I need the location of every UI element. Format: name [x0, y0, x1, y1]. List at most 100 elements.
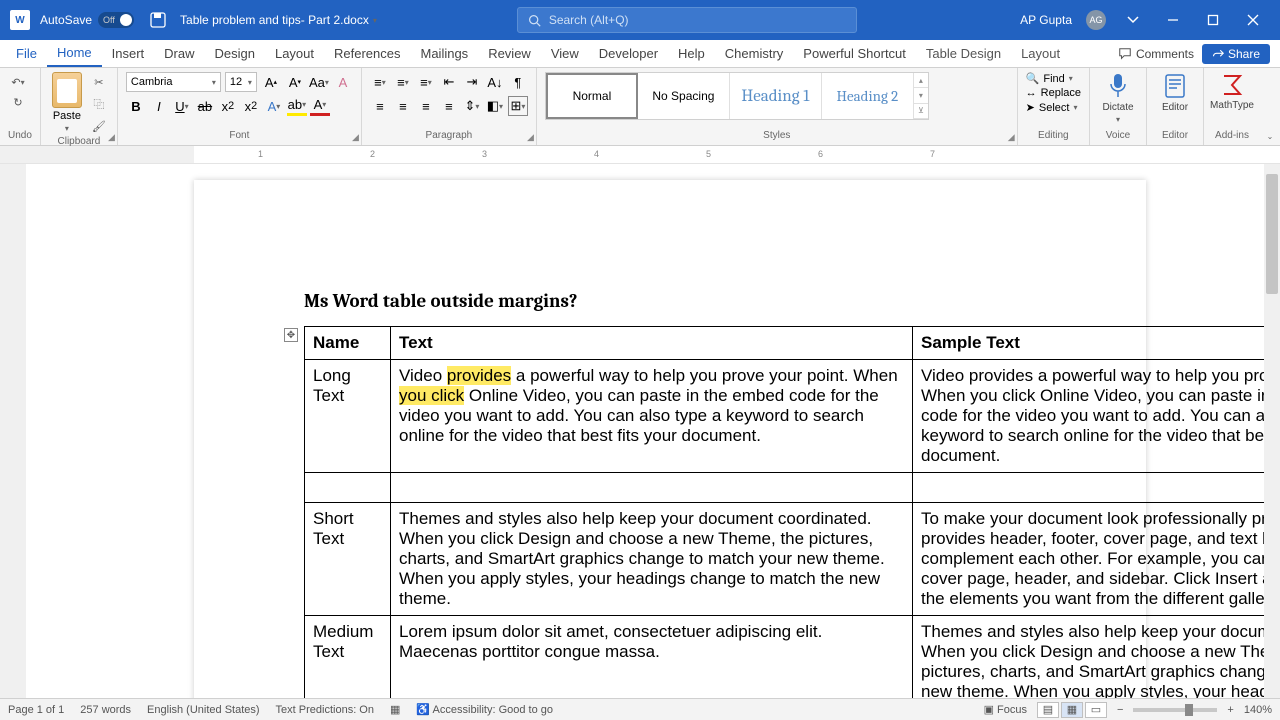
superscript-button[interactable]: x2	[241, 96, 261, 116]
tab-shortcut[interactable]: Powerful Shortcut	[793, 40, 916, 67]
page-scroll[interactable]: Ms Word table outside margins? ✥ Name Te…	[26, 164, 1280, 704]
bold-button[interactable]: B	[126, 96, 146, 116]
gallery-up-button[interactable]: ▴	[914, 73, 928, 88]
cell-sample[interactable]: Themes and styles also help keep your do…	[913, 616, 1280, 705]
tab-home[interactable]: Home	[47, 40, 102, 67]
decrease-indent-button[interactable]: ⇤	[439, 72, 459, 92]
font-launcher[interactable]: ◢	[352, 132, 359, 143]
align-center-button[interactable]: ≡	[393, 96, 413, 116]
minimize-button[interactable]	[1160, 7, 1186, 33]
replace-button[interactable]: ↔Replace	[1026, 87, 1081, 99]
zoom-thumb[interactable]	[1185, 704, 1193, 716]
status-words[interactable]: 257 words	[80, 704, 131, 716]
focus-button[interactable]: ▣ Focus	[984, 703, 1027, 716]
change-case-button[interactable]: Aa▾	[309, 72, 329, 92]
find-button[interactable]: 🔍Find▾	[1026, 72, 1081, 85]
clear-format-button[interactable]: A	[333, 72, 353, 92]
share-button[interactable]: Share	[1202, 44, 1270, 64]
vertical-scrollbar[interactable]	[1264, 164, 1280, 704]
tab-developer[interactable]: Developer	[589, 40, 668, 67]
tab-insert[interactable]: Insert	[102, 40, 155, 67]
line-spacing-button[interactable]: ⇕▾	[462, 96, 482, 116]
show-marks-button[interactable]: ¶	[508, 72, 528, 92]
gallery-down-button[interactable]: ▾	[914, 88, 928, 103]
scrollbar-thumb[interactable]	[1266, 174, 1278, 294]
zoom-in-button[interactable]: +	[1227, 704, 1233, 716]
status-page[interactable]: Page 1 of 1	[8, 704, 64, 716]
undo-button[interactable]: ↶▾	[8, 72, 28, 92]
maximize-button[interactable]	[1200, 7, 1226, 33]
tab-design[interactable]: Design	[205, 40, 265, 67]
zoom-out-button[interactable]: −	[1117, 704, 1123, 716]
user-name[interactable]: AP Gupta	[1020, 13, 1072, 27]
cell-text[interactable]: Video provides a powerful way to help yo…	[391, 360, 913, 473]
select-button[interactable]: ➤Select▾	[1026, 101, 1081, 114]
status-macro-icon[interactable]: ▦	[390, 703, 400, 716]
strike-button[interactable]: ab	[195, 96, 215, 116]
cell-name[interactable]: Medium Text	[305, 616, 391, 705]
shrink-font-button[interactable]: A▾	[285, 72, 305, 92]
cell-name[interactable]: Long Text	[305, 360, 391, 473]
avatar[interactable]: AG	[1086, 10, 1106, 30]
cut-button[interactable]: ✂	[89, 72, 109, 92]
shading-button[interactable]: ◧▾	[485, 96, 505, 116]
tab-table-layout[interactable]: Layout	[1011, 40, 1070, 67]
tab-mailings[interactable]: Mailings	[411, 40, 479, 67]
dictate-button[interactable]: Dictate▾	[1098, 72, 1138, 124]
doc-heading[interactable]: Ms Word table outside margins?	[194, 290, 1146, 326]
underline-button[interactable]: U▾	[172, 96, 192, 116]
format-painter-button[interactable]: 🖌	[89, 116, 109, 136]
font-color-button[interactable]: A▾	[310, 96, 330, 116]
text-effects-button[interactable]: A▾	[264, 96, 284, 116]
gallery-more-button[interactable]: ⊻	[914, 104, 928, 119]
tab-chemistry[interactable]: Chemistry	[715, 40, 794, 67]
align-right-button[interactable]: ≡	[416, 96, 436, 116]
cell-text[interactable]: Themes and styles also help keep your do…	[391, 503, 913, 616]
styles-launcher[interactable]: ◢	[1008, 132, 1015, 143]
cell-sample[interactable]: Video provides a powerful way to help yo…	[913, 360, 1280, 473]
tab-table-design[interactable]: Table Design	[916, 40, 1011, 67]
collapse-ribbon-button[interactable]: ⌄	[1267, 132, 1274, 141]
font-name-select[interactable]: Cambria▾	[126, 72, 221, 92]
font-size-select[interactable]: 12▾	[225, 72, 257, 92]
tab-help[interactable]: Help	[668, 40, 715, 67]
table-anchor-icon[interactable]: ✥	[284, 328, 298, 342]
page[interactable]: Ms Word table outside margins? ✥ Name Te…	[194, 180, 1146, 704]
redo-button[interactable]: ↻	[8, 92, 28, 112]
toggle-switch[interactable]: Off	[98, 12, 134, 28]
style-normal[interactable]: Normal	[546, 73, 638, 119]
styles-gallery[interactable]: Normal No Spacing Heading 1 Heading 2 ▴ …	[545, 72, 929, 120]
paste-button[interactable]: Paste ▾	[49, 72, 85, 136]
grow-font-button[interactable]: A▴	[261, 72, 281, 92]
document-table[interactable]: Name Text Sample Text Long Text Video pr…	[304, 326, 1280, 704]
document-name[interactable]: Table problem and tips- Part 2.docx ▾	[180, 13, 377, 27]
justify-button[interactable]: ≡	[439, 96, 459, 116]
vertical-ruler[interactable]	[0, 164, 26, 704]
numbering-button[interactable]: ≡▾	[393, 72, 413, 92]
tab-references[interactable]: References	[324, 40, 410, 67]
ribbon-display-icon[interactable]	[1120, 7, 1146, 33]
status-accessibility[interactable]: ♿ Accessibility: Good to go	[416, 703, 553, 716]
clipboard-launcher[interactable]: ◢	[108, 132, 115, 143]
horizontal-ruler[interactable]: 1 2 3 4 5 6 7	[0, 146, 1280, 164]
align-left-button[interactable]: ≡	[370, 96, 390, 116]
tab-layout[interactable]: Layout	[265, 40, 324, 67]
autosave-toggle[interactable]: AutoSave Off	[40, 12, 134, 28]
header-sample[interactable]: Sample Text	[913, 327, 1280, 360]
read-mode-button[interactable]: ▤	[1037, 702, 1059, 718]
editor-button[interactable]: Editor	[1155, 72, 1195, 113]
borders-button[interactable]: ⊞▾	[508, 96, 528, 116]
zoom-level[interactable]: 140%	[1244, 704, 1272, 716]
sort-button[interactable]: A↓	[485, 72, 505, 92]
search-input[interactable]: Search (Alt+Q)	[517, 7, 857, 33]
header-text[interactable]: Text	[391, 327, 913, 360]
paragraph-launcher[interactable]: ◢	[527, 132, 534, 143]
save-icon[interactable]	[144, 6, 172, 34]
style-no-spacing[interactable]: No Spacing	[638, 73, 730, 119]
bullets-button[interactable]: ≡▾	[370, 72, 390, 92]
tab-review[interactable]: Review	[478, 40, 541, 67]
subscript-button[interactable]: x2	[218, 96, 238, 116]
increase-indent-button[interactable]: ⇥	[462, 72, 482, 92]
highlight-button[interactable]: ab▾	[287, 96, 307, 116]
tab-draw[interactable]: Draw	[154, 40, 204, 67]
